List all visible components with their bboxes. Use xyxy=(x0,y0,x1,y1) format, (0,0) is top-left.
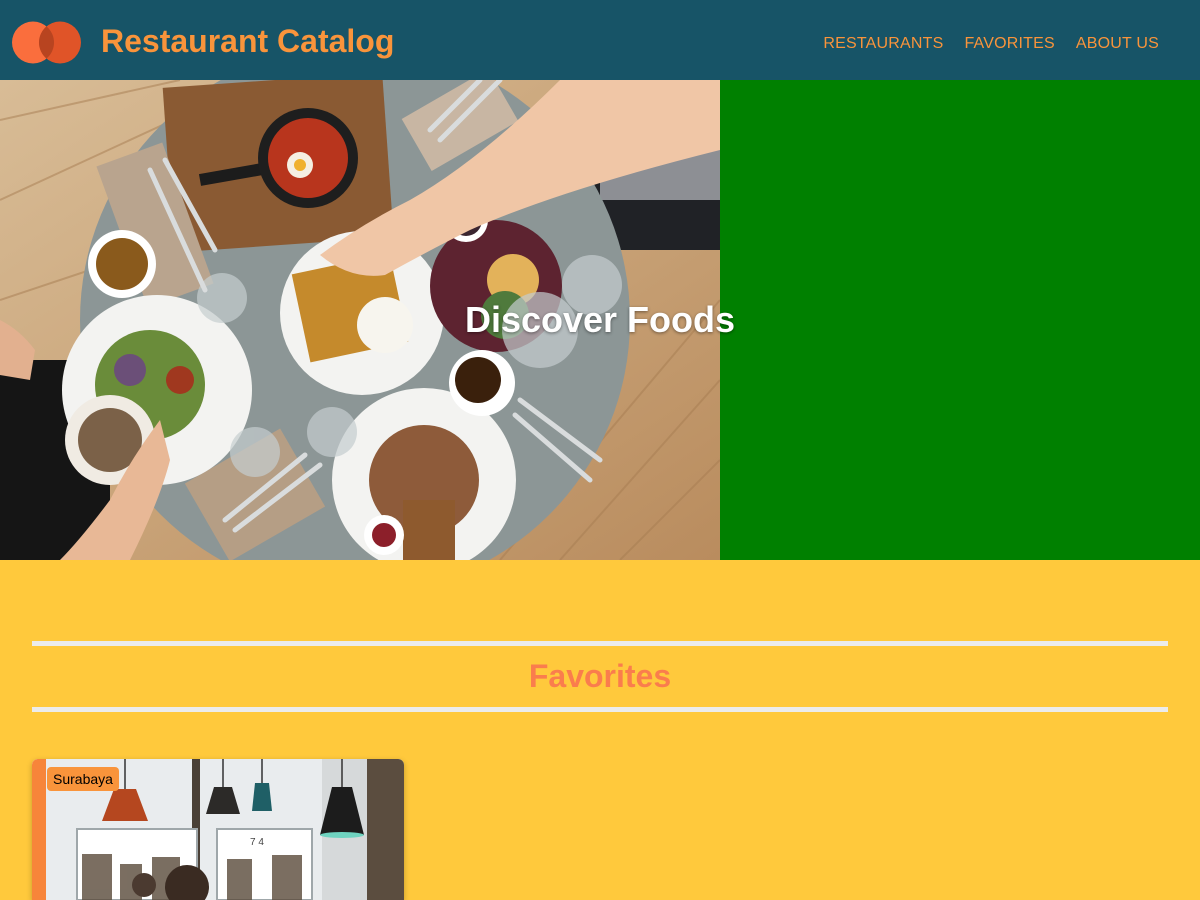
restaurant-card[interactable]: 7 4 Surabaya xyxy=(32,759,404,900)
nav-restaurants-link[interactable]: RESTAURANTS xyxy=(823,34,943,54)
svg-text:7 4: 7 4 xyxy=(250,837,264,848)
hero-banner: Discover Foods xyxy=(0,80,1200,560)
favorites-heading: Favorites xyxy=(528,658,672,694)
main-nav: RESTAURANTS FAVORITES ABOUT US xyxy=(823,34,1159,54)
nav-favorites-link[interactable]: FAVORITES xyxy=(964,34,1054,54)
nav-about-us-link[interactable]: ABOUT US xyxy=(1076,34,1159,54)
hero-title: Discover Foods xyxy=(464,299,736,340)
app-title[interactable]: Restaurant Catalog xyxy=(101,22,394,60)
city-badge: Surabaya xyxy=(47,767,119,791)
favorites-section: Favorites xyxy=(32,641,1168,712)
twin-circles-logo-icon[interactable] xyxy=(12,20,82,65)
section-bottom-divider xyxy=(32,707,1168,712)
app-bar: Restaurant Catalog RESTAURANTS FAVORITES… xyxy=(0,0,1200,80)
